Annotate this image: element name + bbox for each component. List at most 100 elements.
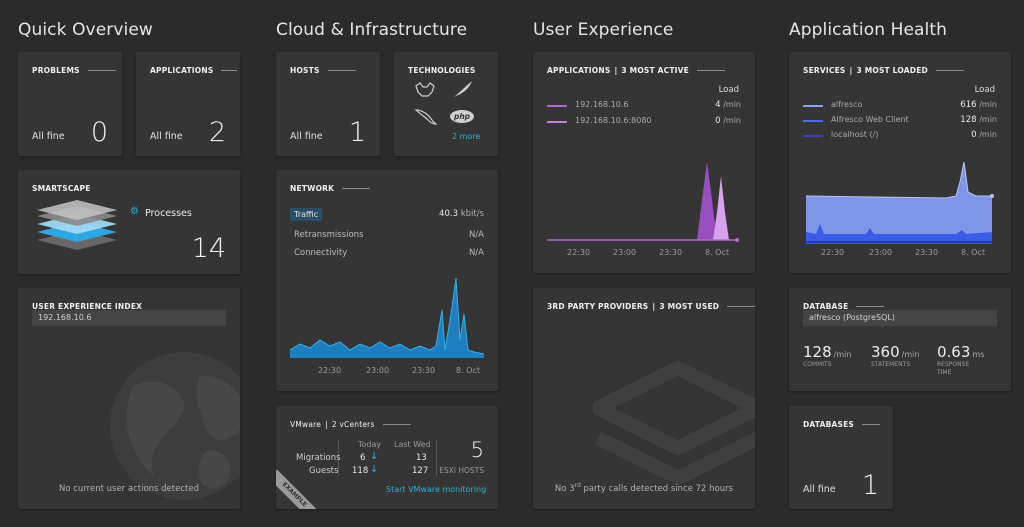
down-arrow-icon: ↓ <box>370 464 379 475</box>
divider <box>382 424 411 425</box>
vmware-col-today: Today <box>358 440 382 449</box>
divider <box>327 70 356 71</box>
technologies-title: TECHNOLOGIES <box>408 66 476 75</box>
network-tile[interactable]: NETWORK Traffic 40.3 kbit/s Retransmissi… <box>276 170 498 391</box>
down-arrow-icon: ↓ <box>370 451 379 462</box>
connectivity-label: Connectivity <box>294 248 348 258</box>
ux-applications-tile[interactable]: APPLICATIONS | 3 MOST ACTIVE Load 192.168.… <box>533 52 755 273</box>
third-party-message: No 3rd party calls detected since 72 hou… <box>533 482 755 494</box>
services-chart <box>806 161 994 244</box>
network-tick-0: 22:30 <box>318 366 342 375</box>
section-title-quick-overview: Quick Overview <box>18 20 153 40</box>
service-name: alfresco <box>831 100 863 109</box>
metric-unit: /min <box>833 350 852 359</box>
ux-app-unit: /min <box>723 100 741 109</box>
globe-icon <box>110 352 240 500</box>
network-row-traffic[interactable]: Traffic 40.3 kbit/s <box>290 208 484 222</box>
retransmissions-label: Retransmissions <box>294 230 364 240</box>
technologies-tile[interactable]: TECHNOLOGIES php 2 more <box>394 52 498 156</box>
ux-app-name: 192.168.10.6:8080 <box>575 116 652 125</box>
series-swatch <box>547 105 567 107</box>
section-title-user-experience: User Experience <box>533 20 674 40</box>
service-row[interactable]: Alfresco Web Client 128 /min <box>803 115 997 127</box>
problems-title: PROBLEMS <box>32 66 80 75</box>
metric-label: COMMITS <box>803 361 832 368</box>
ux-app-unit: /min <box>723 116 741 125</box>
db-metric-response-time: 0.63 ms RESPONSE TIME <box>937 342 1001 377</box>
metric-value: 0.63 <box>937 343 971 361</box>
ux-applications-subtitle: 3 MOST ACTIVE <box>621 66 689 75</box>
services-tick-1: 23:00 <box>869 248 893 257</box>
divider <box>935 70 964 71</box>
divider <box>221 70 238 71</box>
ux-tick-0: 22:30 <box>567 248 591 257</box>
migrations-today: 6 <box>360 453 366 463</box>
applications-title: APPLICATIONS <box>150 66 214 75</box>
ux-app-row[interactable]: 192.168.10.6:8080 0 /min <box>547 116 741 128</box>
ux-app-row[interactable]: 192.168.10.6 4 /min <box>547 100 741 112</box>
vmware-col-last: Last Wed <box>394 440 431 449</box>
hosts-title: HOSTS <box>290 66 320 75</box>
applications-tile[interactable]: APPLICATIONS All fine 2 <box>136 52 240 156</box>
stack-placeholder-icon <box>593 360 755 486</box>
db-metric-statements: 360/min STATEMENTS <box>871 342 919 368</box>
services-tile[interactable]: SERVICES | 3 MOST LOADED Load alfresco 616… <box>789 52 1011 273</box>
section-title-application-health: Application Health <box>789 20 948 40</box>
traffic-label: Traffic <box>290 208 323 221</box>
services-tick-3: 8. Oct <box>961 248 986 257</box>
third-party-subtitle: 3 MOST USED <box>659 302 720 311</box>
metric-unit: /min <box>901 350 920 359</box>
network-tick-1: 23:00 <box>366 366 390 375</box>
hosts-count: 1 <box>348 117 366 148</box>
divider <box>727 306 755 307</box>
applications-status: All fine <box>150 131 183 142</box>
apache-feather-icon <box>454 81 472 97</box>
service-unit: /min <box>979 100 997 109</box>
series-swatch <box>547 121 567 123</box>
service-unit: /min <box>979 115 997 124</box>
php-icon: php <box>450 110 474 123</box>
database-name-field[interactable]: alfresco (PostgreSQL) <box>803 310 997 326</box>
database-name: alfresco (PostgreSQL) <box>809 313 895 322</box>
network-title: NETWORK <box>290 184 335 193</box>
databases-status: All fine <box>803 484 836 495</box>
service-row[interactable]: alfresco 616 /min <box>803 100 997 112</box>
service-unit: /min <box>979 130 997 139</box>
database-tile[interactable]: DATABASE alfresco (PostgreSQL) 128/min C… <box>789 288 1011 391</box>
service-value: 0 <box>971 130 977 140</box>
third-party-providers-tile[interactable]: 3RD PARTY PROVIDERS | 3 MOST USED No 3rd p… <box>533 288 755 509</box>
technologies-more-link[interactable]: 2 more <box>452 132 480 141</box>
uxi-host-field[interactable]: 192.168.10.6 <box>32 310 226 326</box>
migrations-last: 13 <box>416 453 427 463</box>
processes-label: Processes <box>145 208 192 219</box>
ux-load-label: Load <box>718 85 739 95</box>
series-swatch <box>803 135 823 137</box>
services-load-label: Load <box>974 85 995 95</box>
guests-today: 118 <box>352 466 369 476</box>
mysql-dolphin-icon <box>414 109 438 125</box>
databases-tile[interactable]: DATABASES All fine 1 <box>789 406 893 509</box>
services-tick-2: 23:30 <box>915 248 939 257</box>
start-vmware-monitoring-link[interactable]: Start VMware monitoring <box>386 485 486 494</box>
retransmissions-value: N/A <box>468 230 484 240</box>
smartscape-tile[interactable]: SMARTSCAPE ⚙ Processes 14 <box>18 170 240 274</box>
migrations-label: Migrations <box>296 453 341 463</box>
processes-icon: ⚙ <box>130 206 139 217</box>
user-experience-index-tile[interactable]: USER EXPERIENCE INDEX 192.168.10.6 No cu… <box>18 288 240 509</box>
services-subtitle: 3 MOST LOADED <box>856 66 928 75</box>
ux-tick-3: 8. Oct <box>705 248 730 257</box>
hosts-status: All fine <box>290 131 323 142</box>
tomcat-icon <box>415 82 435 97</box>
esxi-hosts-count: 5 <box>470 438 484 462</box>
traffic-unit: kbit/s <box>460 209 484 219</box>
vmware-tile[interactable]: VMware | 2 vCenters Today Last Wed Migrati… <box>276 406 498 509</box>
divider <box>696 70 725 71</box>
network-traffic-chart <box>290 277 484 358</box>
third-party-title: 3RD PARTY PROVIDERS <box>547 302 649 311</box>
divider <box>862 424 881 425</box>
ux-app-value: 0 <box>715 116 721 126</box>
service-value: 616 <box>960 100 977 110</box>
hosts-tile[interactable]: HOSTS All fine 1 <box>276 52 380 156</box>
service-row[interactable]: localhost (/) 0 /min <box>803 130 997 142</box>
problems-tile[interactable]: PROBLEMS All fine 0 <box>18 52 122 156</box>
